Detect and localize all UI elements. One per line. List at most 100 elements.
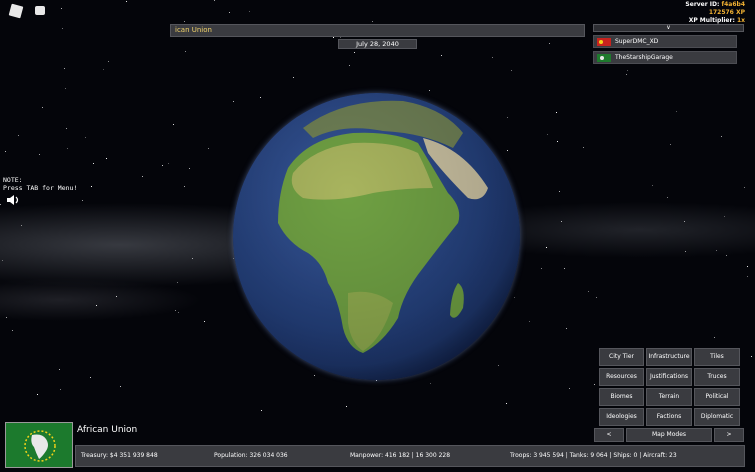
player-flag-icon — [597, 54, 611, 62]
star — [506, 403, 507, 404]
star — [670, 144, 671, 145]
factions-button[interactable]: Factions — [646, 408, 692, 426]
star — [349, 65, 350, 66]
diplomatic-button[interactable]: Diplomatic — [694, 408, 740, 426]
star — [6, 317, 7, 318]
star — [62, 28, 63, 29]
star — [175, 310, 176, 311]
speaker-icon[interactable] — [6, 194, 20, 206]
star — [376, 380, 377, 381]
star — [93, 163, 94, 164]
star — [333, 37, 334, 38]
star — [559, 191, 560, 192]
political-button[interactable]: Political — [694, 388, 740, 406]
star — [184, 186, 185, 187]
star — [429, 90, 430, 91]
country-name: African Union — [77, 425, 138, 435]
star — [103, 69, 104, 70]
star — [441, 55, 442, 56]
player-name: SuperDMC_XD — [615, 38, 659, 45]
star — [546, 247, 547, 248]
star — [541, 268, 542, 269]
star — [588, 291, 589, 292]
star — [60, 389, 61, 390]
star — [583, 147, 584, 148]
star — [204, 321, 205, 322]
terrain-button[interactable]: Terrain — [646, 388, 692, 406]
star — [561, 221, 562, 222]
star — [208, 148, 209, 149]
star — [37, 394, 38, 395]
star — [214, 0, 215, 1]
star — [293, 77, 294, 78]
star — [12, 330, 13, 331]
star — [667, 197, 668, 198]
biomes-button[interactable]: Biomes — [599, 388, 644, 406]
star — [652, 185, 653, 186]
star — [564, 268, 565, 269]
star — [82, 200, 83, 201]
star — [178, 312, 179, 313]
player-flag-icon — [597, 38, 611, 46]
tab-menu-note: NOTE: Press TAB for Menu! — [3, 176, 78, 192]
manpower-stat: Manpower: 416 182 | 16 300 228 — [350, 452, 451, 459]
player-entry[interactable]: TheStarshipGarage — [593, 51, 737, 64]
star — [21, 225, 22, 226]
star — [168, 163, 169, 164]
selected-country-name: ican Union — [175, 26, 212, 34]
star — [594, 384, 595, 385]
map-modes-button[interactable]: Map Modes — [626, 428, 712, 442]
star — [726, 255, 727, 256]
ideologies-button[interactable]: Ideologies — [599, 408, 644, 426]
star — [714, 337, 715, 338]
resources-button[interactable]: Resources — [599, 368, 644, 386]
star — [685, 251, 686, 252]
selected-country-bar: ican Union — [170, 24, 585, 37]
truces-button[interactable]: Truces — [694, 368, 740, 386]
country-flag — [5, 422, 73, 468]
star — [747, 266, 748, 267]
map-mode-prev-button[interactable]: < — [594, 428, 624, 442]
infrastructure-button[interactable]: Infrastructure — [646, 348, 692, 366]
star — [90, 377, 91, 378]
player-name: TheStarshipGarage — [615, 54, 673, 61]
star — [744, 187, 745, 188]
star — [59, 369, 60, 370]
player-list-toggle[interactable]: ∨ — [593, 24, 744, 32]
chat-icon[interactable] — [35, 6, 45, 15]
map-mode-next-button[interactable]: > — [714, 428, 744, 442]
tiles-button[interactable]: Tiles — [694, 348, 740, 366]
star — [39, 154, 40, 155]
star — [65, 88, 66, 89]
star — [42, 107, 43, 108]
star — [721, 136, 722, 137]
star — [185, 51, 186, 52]
treasury-stat: Treasury: $4 351 939 848 — [81, 452, 158, 459]
star — [261, 410, 262, 411]
star — [162, 165, 163, 166]
star — [249, 11, 250, 12]
star — [626, 74, 627, 75]
star — [192, 258, 193, 259]
star — [724, 216, 725, 217]
star — [5, 151, 6, 152]
star — [596, 297, 597, 298]
star — [430, 383, 431, 384]
star — [18, 135, 19, 136]
star — [716, 250, 717, 251]
player-entry[interactable]: SuperDMC_XD — [593, 35, 737, 48]
star — [747, 276, 748, 277]
earth-globe[interactable] — [233, 93, 520, 380]
star — [340, 37, 341, 38]
star — [126, 1, 127, 2]
star — [547, 134, 548, 135]
star — [529, 321, 530, 322]
server-info: Server ID: f4a6b4 172576 XP XP Multiplie… — [685, 1, 745, 24]
star — [85, 137, 86, 138]
star — [142, 176, 143, 177]
city-tier-button[interactable]: City Tier — [599, 348, 644, 366]
star — [96, 305, 97, 306]
star — [684, 221, 685, 222]
justifications-button[interactable]: Justifications — [646, 368, 692, 386]
star — [64, 68, 65, 69]
